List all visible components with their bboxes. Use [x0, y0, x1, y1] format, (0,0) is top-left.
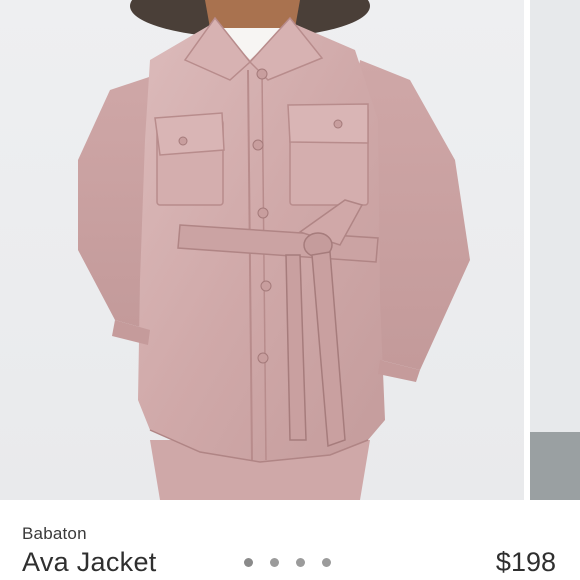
product-card[interactable]: Babaton Ava Jacket $198 [0, 0, 580, 580]
next-photo-preview[interactable] [530, 0, 580, 500]
jacket-photo-illustration [78, 0, 470, 500]
product-photo[interactable] [0, 0, 524, 500]
product-image-carousel[interactable] [0, 0, 580, 500]
product-price: $198 [495, 547, 556, 577]
brand-name[interactable]: Babaton [22, 524, 87, 544]
carousel-dot-3[interactable] [296, 558, 305, 567]
carousel-dot-4[interactable] [322, 558, 331, 567]
preview-floor-area [530, 432, 580, 500]
product-title[interactable]: Ava Jacket [22, 547, 157, 578]
carousel-pagination [244, 558, 331, 567]
carousel-dot-2[interactable] [270, 558, 279, 567]
carousel-dot-1[interactable] [244, 558, 253, 567]
